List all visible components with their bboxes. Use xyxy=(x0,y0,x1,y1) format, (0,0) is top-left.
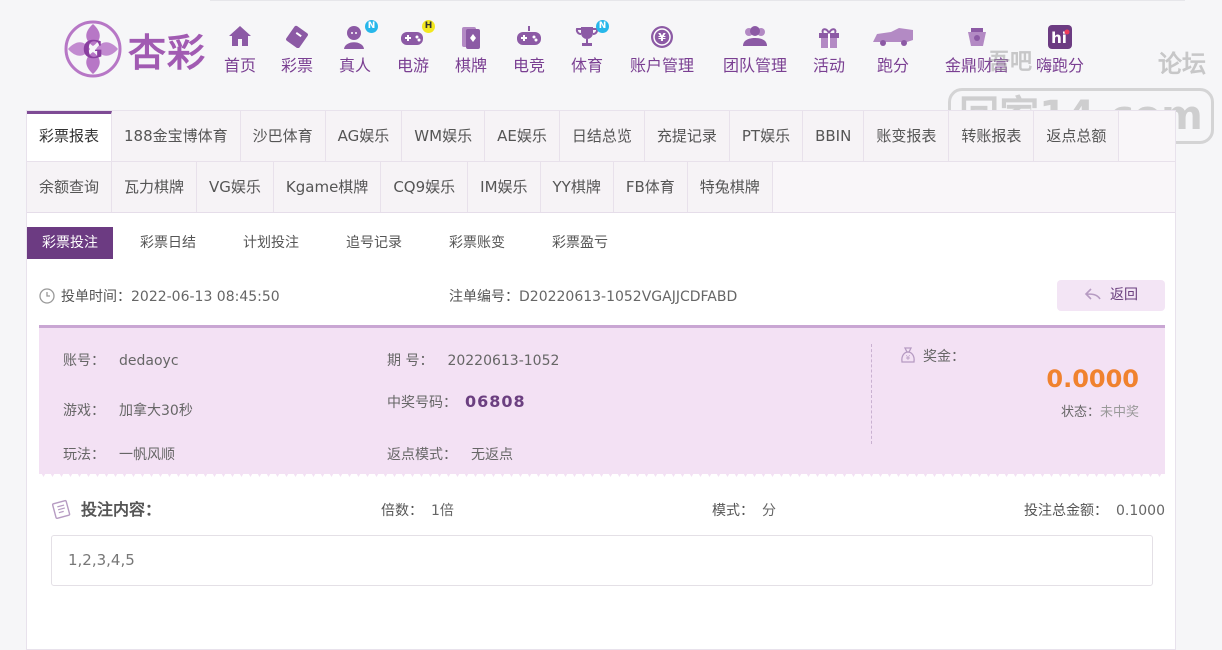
mode-field: 模式：分 xyxy=(712,503,776,519)
subnav-account-change[interactable]: 账变报表 xyxy=(864,111,950,161)
subnav-ae[interactable]: AE娱乐 xyxy=(485,111,560,161)
winning-number-field: 中奖号码： 06808 xyxy=(387,392,526,411)
svg-text:¥: ¥ xyxy=(658,31,666,44)
subnav-vg[interactable]: VG娱乐 xyxy=(197,162,274,212)
gamepad-icon: H xyxy=(395,20,435,50)
subnav-188-sports[interactable]: 188金宝博体育 xyxy=(112,111,241,161)
logo-emblem-icon: G xyxy=(64,20,122,78)
subnav-wali[interactable]: 瓦力棋牌 xyxy=(112,162,198,212)
account-field: 账号： dedaoyc xyxy=(63,353,179,369)
hot-badge: H xyxy=(422,20,435,33)
treasure-icon xyxy=(943,24,1011,50)
subnav-bbin[interactable]: BBIN xyxy=(803,111,865,161)
tab-plan-bets[interactable]: 计划投注 xyxy=(228,227,314,259)
tab-lottery-account-change[interactable]: 彩票账变 xyxy=(434,227,520,259)
subnav-daily-summary[interactable]: 日结总览 xyxy=(559,111,645,161)
esports-controller-icon xyxy=(511,24,547,50)
nav-paofen[interactable]: 跑分 xyxy=(870,24,916,76)
subnav-im[interactable]: IM娱乐 xyxy=(468,162,541,212)
account-coin-icon: ¥ xyxy=(628,24,696,50)
nav-account[interactable]: ¥ 账户管理 xyxy=(628,24,696,76)
lottery-ticket-icon xyxy=(279,24,315,50)
clock-icon xyxy=(39,288,55,308)
nav-slots[interactable]: H 电游 xyxy=(395,20,435,76)
nav-sports[interactable]: N 体育 xyxy=(569,20,609,76)
ticket-zigzag-edge xyxy=(39,469,1165,477)
subnav-kgame[interactable]: Kgame棋牌 xyxy=(273,162,382,212)
period-field: 期 号： 20220613-1052 xyxy=(387,353,560,369)
subnav-pt[interactable]: PT娱乐 xyxy=(729,111,804,161)
tab-lottery-profit[interactable]: 彩票盈亏 xyxy=(537,227,623,259)
order-time: 投单时间：2022-06-13 08:45:50 xyxy=(39,286,280,308)
brand-name: 杏彩 xyxy=(128,30,207,75)
subnav-ag[interactable]: AG娱乐 xyxy=(325,111,403,161)
multiple-field: 倍数： 1倍 xyxy=(381,503,454,519)
subnav-fb-sports[interactable]: FB体育 xyxy=(613,162,688,212)
trophy-icon: N xyxy=(569,20,609,50)
lottery-tabs: 彩票投注 彩票日结 计划投注 追号记录 彩票账变 彩票盈亏 xyxy=(27,227,640,259)
nav-lottery[interactable]: 彩票 xyxy=(279,24,315,76)
svg-text:G: G xyxy=(83,35,104,64)
rebate-field: 返点模式： 无返点 xyxy=(387,447,513,463)
home-icon xyxy=(222,24,258,50)
money-bag-icon: ¥ xyxy=(899,346,917,368)
report-subnav: 彩票报表 188金宝博体育 沙巴体育 AG娱乐 WM娱乐 AE娱乐 日结总览 充… xyxy=(27,111,1175,213)
nav-team[interactable]: 团队管理 xyxy=(721,24,789,76)
game-field: 游戏： 加拿大30秒 xyxy=(63,403,193,419)
play-field: 玩法： 一帆风顺 xyxy=(63,447,175,463)
nav-esports[interactable]: 电竞 xyxy=(511,24,547,76)
tab-lottery-bets[interactable]: 彩票投注 xyxy=(27,227,113,259)
bet-slip-icon xyxy=(51,499,73,523)
back-button[interactable]: 返回 xyxy=(1057,280,1165,311)
back-arrow-icon xyxy=(1084,282,1102,313)
tab-chase-records[interactable]: 追号记录 xyxy=(331,227,417,259)
ticket-divider xyxy=(871,344,872,444)
svg-text:¥: ¥ xyxy=(906,354,911,362)
tab-lottery-daily[interactable]: 彩票日结 xyxy=(125,227,211,259)
subnav-row-1: 彩票报表 188金宝博体育 沙巴体育 AG娱乐 WM娱乐 AE娱乐 日结总览 充… xyxy=(27,111,1120,161)
brand-logo[interactable]: G 杏彩 xyxy=(62,18,212,80)
live-dealer-icon: N xyxy=(337,20,378,50)
main-panel: 彩票报表 188金宝博体育 沙巴体育 AG娱乐 WM娱乐 AE娱乐 日结总览 充… xyxy=(26,110,1176,650)
total-amount-field: 投注总金额： 0.1000 xyxy=(1024,503,1165,519)
subnav-deposit-withdraw[interactable]: 充提记录 xyxy=(644,111,730,161)
subnav-saba-sports[interactable]: 沙巴体育 xyxy=(240,111,326,161)
prize-amount: 0.0000 xyxy=(1046,365,1139,393)
subnav-row-2: 余额查询 瓦力棋牌 VG娱乐 Kgame棋牌 CQ9娱乐 IM娱乐 YY棋牌 F… xyxy=(27,162,773,212)
order-id: 注单编号：D20220613-1052VGAJJCDFABD xyxy=(449,289,738,305)
nav-cards[interactable]: 棋牌 xyxy=(453,24,489,76)
new-badge: N xyxy=(365,20,378,33)
subnav-balance[interactable]: 余额查询 xyxy=(27,162,113,212)
gift-icon xyxy=(811,24,847,50)
new-badge: N xyxy=(596,20,609,33)
subnav-rebate-total[interactable]: 返点总额 xyxy=(1034,111,1120,161)
status-field: 状态：未中奖 xyxy=(1060,405,1139,420)
nav-hi-paofen[interactable]: hi 嗨跑分 xyxy=(1034,24,1086,76)
subnav-lottery-report[interactable]: 彩票报表 xyxy=(27,111,113,161)
nav-home[interactable]: 首页 xyxy=(222,24,258,76)
subnav-wm[interactable]: WM娱乐 xyxy=(402,111,486,161)
bet-content-title: 投注内容： xyxy=(51,496,161,523)
prize-label: ¥ 奖金： xyxy=(899,346,965,368)
bet-content-box: 1,2,3,4,5 xyxy=(51,535,1153,586)
subnav-yy[interactable]: YY棋牌 xyxy=(540,162,614,212)
car-icon xyxy=(870,24,916,50)
hi-icon: hi xyxy=(1034,24,1086,50)
subnav-tetu[interactable]: 特兔棋牌 xyxy=(687,162,773,212)
bet-ticket-card: 账号： dedaoyc 游戏： 加拿大30秒 玩法： 一帆风顺 期 号： 2022061… xyxy=(39,325,1165,474)
nav-live[interactable]: N 真人 xyxy=(337,20,378,76)
top-divider xyxy=(210,0,1185,1)
nav-jinding[interactable]: 金鼎财富 xyxy=(943,24,1011,76)
nav-promotions[interactable]: 活动 xyxy=(811,24,847,76)
cards-icon xyxy=(453,24,489,50)
subnav-transfer-report[interactable]: 转账报表 xyxy=(949,111,1035,161)
subnav-cq9[interactable]: CQ9娱乐 xyxy=(381,162,469,212)
team-icon xyxy=(721,24,789,50)
